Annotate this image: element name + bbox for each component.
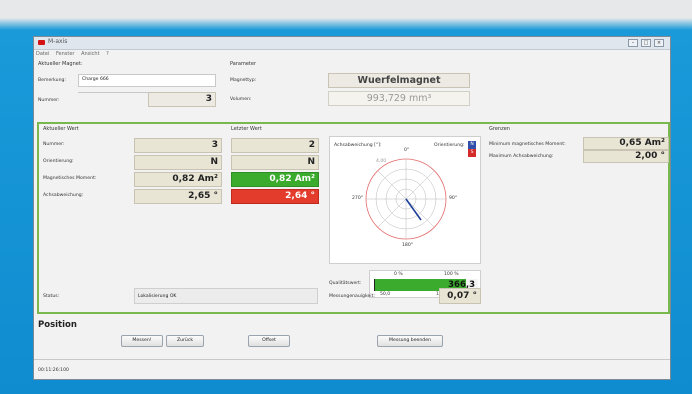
akt-moment-value: 0,82 Am² [134,172,222,187]
offset-button[interactable]: Offset [248,335,290,347]
messen-button[interactable]: Messen! [121,335,163,347]
akt-achs-label: Achsabweichung: [43,193,84,198]
menu-bar: Datei Fenster Ansicht ? [36,51,114,57]
app-logo-icon [38,40,45,45]
nummer-value: 3 [148,92,216,107]
letzt-achs-value: 2,64 ° [231,189,319,204]
grenze-moment-value: 0,65 Am² [583,137,669,150]
polar-deg0: 0° [404,148,410,153]
app-window: M-axis – □ × Datei Fenster Ansicht ? Akt… [33,36,671,380]
bemerkung-label: Bemerkung: [38,78,66,83]
letzter-wert-title: Letzter Wert [231,126,262,132]
minimize-button[interactable]: – [628,39,638,47]
polar-deg270: 270° [352,196,364,201]
quality-max-pct: 100 % [444,272,459,277]
footer-time: 00:11:26:100 [38,368,69,373]
bemerkung-input[interactable]: Charge 666 [78,74,216,87]
menu-ansicht[interactable]: Ansicht [81,51,99,57]
quality-min-pct: 0 % [394,272,403,277]
genauigkeit-value: 0,07 ° [439,288,481,304]
akt-orientierung-value: N [134,155,222,170]
quality-scale-left: 50,0 [380,292,391,297]
status-value: Lokalisierung OK [134,288,318,304]
maximize-button[interactable]: □ [641,39,651,47]
close-button[interactable]: × [654,39,664,47]
grenze-achs-value: 2,00 ° [583,150,669,163]
aktueller-magnet-title: Aktueller Magnet: [38,61,83,67]
menu-datei[interactable]: Datei [36,51,49,57]
volumen-label: Volumen: [230,97,252,102]
footer-divider [34,359,670,360]
measurement-panel: Aktueller Wert Nummer: Orientierung: Mag… [37,122,670,314]
polar-deg90: 90° [449,196,458,201]
nummer-label: Nummer: [38,98,60,103]
grenze-moment-label: Minimum magnetisches Moment: [489,142,566,147]
polar-deg180: 180° [402,243,414,248]
magnettyp-value: Wuerfelmagnet [328,73,470,88]
genauigkeit-label: Messungenauigkeit: [329,294,375,299]
letzt-orientierung-value: N [231,155,319,170]
menu-help[interactable]: ? [106,51,109,57]
quality-label: Qualitätswert: [329,281,362,286]
position-title: Position [38,320,77,330]
magnettyp-label: Magnettyp: [230,78,257,83]
polar-chart-panel: Achsabweichung [°]: Orientierung: N S 0°… [329,136,481,264]
window-title: M-axis [48,38,68,45]
letzt-nummer-value: 2 [231,138,319,153]
akt-moment-label: Magnetisches Moment: [43,176,97,181]
letzt-moment-value: 0,82 Am² [231,172,319,187]
polar-ring-label: 4,00 [376,159,387,164]
grenzen-title: Grenzen [489,126,510,132]
akt-achs-value: 2,65 ° [134,189,222,204]
aktueller-wert-title: Aktueller Wert [43,126,79,132]
messung-beenden-button[interactable]: Messung beenden [377,335,443,347]
zurueck-button[interactable]: Zurück [166,335,204,347]
title-bar: M-axis – □ × [34,37,670,50]
menu-fenster[interactable]: Fenster [56,51,75,57]
deviation-vector [405,198,422,221]
grenze-achs-label: Maximum Achsabweichung: [489,154,554,159]
parameter-title: Parameter [230,61,257,67]
status-label: Status: [43,294,60,299]
akt-orientierung-label: Orientierung: [43,159,74,164]
akt-nummer-label: Nummer: [43,142,65,147]
volumen-value: 993,729 mm³ [328,91,470,106]
akt-nummer-value: 3 [134,138,222,153]
